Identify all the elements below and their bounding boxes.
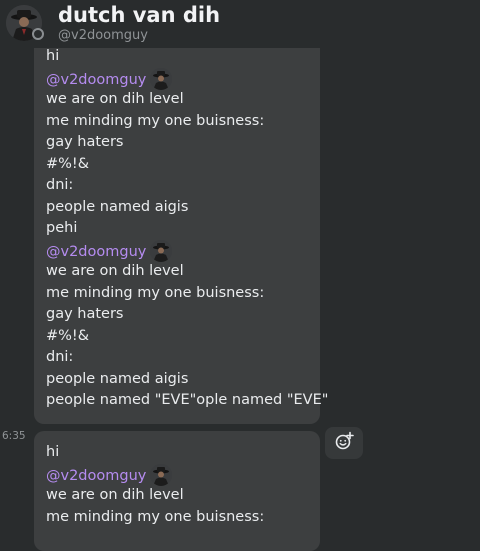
- message-line: me minding my one buisness:: [46, 508, 265, 525]
- user-mention[interactable]: @v2doomguy: [46, 72, 146, 88]
- message-line: we are on dih level: [46, 91, 184, 107]
- message-line: pehi: [46, 220, 78, 236]
- message-line: dni:: [46, 349, 74, 365]
- message-line: people named "EVE"ople named "EVE": [46, 392, 329, 408]
- mention-line: @v2doomguy: [46, 67, 320, 90]
- add-reaction-button[interactable]: [325, 427, 363, 459]
- message-bubble[interactable]: hi @v2doomguy we are on dih level me min…: [34, 431, 320, 551]
- mention-avatar: [150, 463, 173, 486]
- message-line: we are on dih level: [46, 263, 184, 279]
- message-line: people named aigis: [46, 370, 189, 387]
- message-line: #%!&: [46, 155, 90, 172]
- message-line: hi: [46, 48, 60, 64]
- user-mention[interactable]: @v2doomguy: [46, 244, 146, 260]
- message-line: gay haters: [46, 306, 124, 322]
- mention-avatar: [150, 239, 173, 262]
- mention-avatar: [150, 67, 173, 90]
- message-line: gay haters: [46, 134, 124, 150]
- message-line: hi: [46, 444, 60, 460]
- chat-header: dutch van dih @v2doomguy: [0, 0, 480, 48]
- conversation-handle: @v2doomguy: [58, 28, 148, 43]
- message-timestamp: 6:35: [2, 430, 26, 442]
- message-bubble[interactable]: hi @v2doomguy we are on dih level me min…: [34, 30, 329, 424]
- mention-line: @v2doomguy: [46, 239, 320, 262]
- conversation-title: dutch van dih: [58, 3, 221, 27]
- status-offline-icon: [32, 28, 44, 40]
- user-mention[interactable]: @v2doomguy: [46, 468, 146, 484]
- mention-line: @v2doomguy: [46, 463, 320, 486]
- message-line: me minding my one buisness:: [46, 284, 265, 301]
- message-line: people named aigis: [46, 198, 189, 215]
- message-line: we are on dih level: [46, 487, 184, 503]
- message-line: dni:: [46, 177, 74, 193]
- header-avatar[interactable]: [6, 5, 44, 41]
- message-line: me minding my one buisness:: [46, 112, 265, 129]
- message-line: #%!&: [46, 327, 90, 344]
- add-reaction-icon: [334, 431, 354, 455]
